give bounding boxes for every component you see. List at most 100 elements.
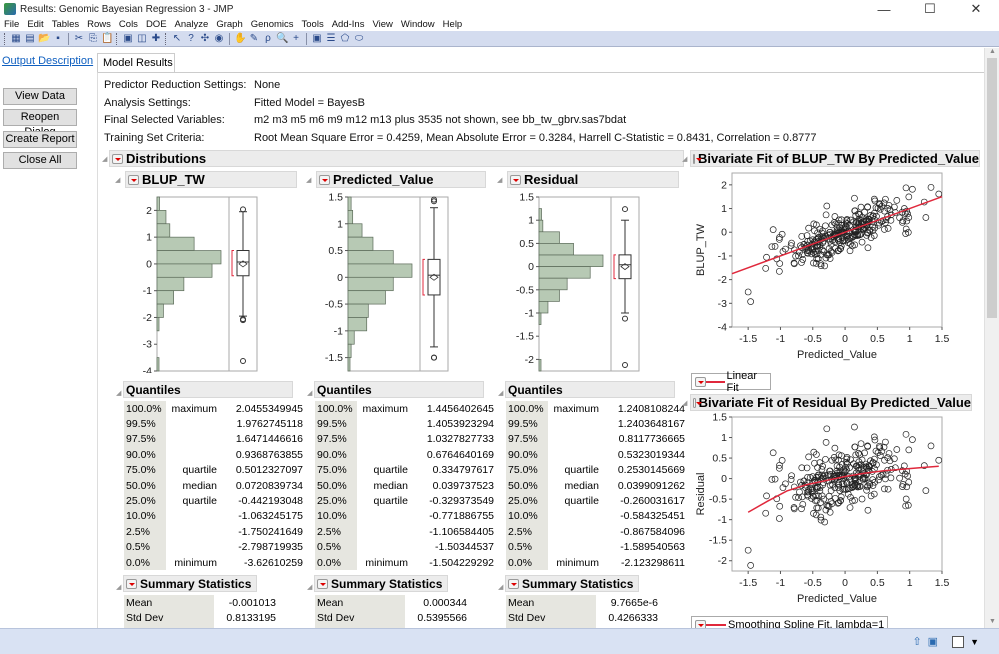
variable-header-residual[interactable]: Residual <box>507 171 679 188</box>
summary-statistics-header[interactable]: Summary Statistics <box>314 575 448 592</box>
new-script-icon[interactable]: ▤ <box>24 33 36 45</box>
save-icon[interactable]: ▪ <box>52 33 64 45</box>
menu-window[interactable]: Window <box>397 19 439 30</box>
collapse-toggle-icon[interactable]: ◢ <box>116 583 121 591</box>
crosshair-icon[interactable]: + <box>290 33 302 45</box>
summary-value: 0.8133195 <box>226 612 276 625</box>
menu-cols[interactable]: Cols <box>115 19 142 30</box>
red-triangle-menu-icon[interactable] <box>126 578 137 589</box>
toolbar-grip[interactable] <box>116 32 119 45</box>
red-triangle-menu-icon[interactable] <box>693 153 702 164</box>
window-select-box[interactable] <box>952 635 965 648</box>
menu-rows[interactable]: Rows <box>83 19 115 30</box>
collapse-toggle-icon[interactable]: ◢ <box>498 583 503 591</box>
line-icon[interactable]: ☰ <box>325 33 337 45</box>
red-triangle-menu-icon[interactable] <box>693 397 701 408</box>
collapse-toggle-icon[interactable]: ◢ <box>307 583 312 591</box>
collapse-toggle-icon[interactable]: ◢ <box>102 155 107 163</box>
red-triangle-menu-icon[interactable] <box>317 578 328 589</box>
collapse-toggle-icon[interactable]: ◢ <box>306 176 311 184</box>
zoom-icon[interactable]: 🔍 <box>276 33 288 45</box>
reopen-dialog-button[interactable]: Reopen Dialog <box>3 109 77 138</box>
lens-icon[interactable]: ρ <box>262 33 274 45</box>
home-icon[interactable]: ⇧ <box>912 635 921 648</box>
create-report-button[interactable]: Create Report <box>3 131 77 148</box>
ellipse-icon[interactable]: ⬭ <box>353 33 365 45</box>
window-list-icon[interactable]: ▣ <box>928 635 938 648</box>
collapse-toggle-icon[interactable]: ◢ <box>682 399 687 407</box>
red-triangle-menu-icon[interactable] <box>695 619 706 628</box>
binoculars-icon[interactable]: ◫ <box>136 33 148 45</box>
histogram-bar <box>156 223 171 238</box>
collapse-toggle-icon[interactable]: ◢ <box>115 176 120 184</box>
polygon-icon[interactable]: ⬠ <box>339 33 351 45</box>
quantiles-header[interactable]: Quantiles <box>123 381 293 398</box>
paste-icon[interactable]: 📋 <box>101 33 113 45</box>
variable-header-blup_tw[interactable]: BLUP_TW <box>125 171 297 188</box>
quantile-name: maximum <box>362 402 408 415</box>
open-icon[interactable]: 📂 <box>38 33 50 45</box>
scroll-up-icon[interactable]: ▲ <box>985 48 999 58</box>
toolbar-grip[interactable] <box>4 32 7 45</box>
menu-tools[interactable]: Tools <box>298 19 328 30</box>
output-description-link[interactable]: Output Description <box>2 55 93 67</box>
red-triangle-menu-icon[interactable] <box>508 578 519 589</box>
red-triangle-menu-icon[interactable] <box>510 174 521 185</box>
menu-edit[interactable]: Edit <box>23 19 47 30</box>
brush-icon[interactable]: ◉ <box>213 33 225 45</box>
dropdown-arrow-icon[interactable]: ▼ <box>970 637 979 647</box>
hand-icon[interactable]: ✋ <box>234 33 246 45</box>
menu-genomics[interactable]: Genomics <box>247 19 298 30</box>
tab-model-results[interactable]: Model Results <box>97 53 175 73</box>
menu-addins[interactable]: Add-Ins <box>328 19 369 30</box>
quantile-row: 25.0% quartile -0.442193048 <box>124 493 303 509</box>
maximize-button[interactable]: ☐ <box>907 0 953 18</box>
quantile-name: median <box>182 479 217 492</box>
variable-header-predicted_value[interactable]: Predicted_Value <box>316 171 486 188</box>
menu-view[interactable]: View <box>368 19 396 30</box>
scroll-down-icon[interactable]: ▼ <box>985 618 999 628</box>
quantiles-header[interactable]: Quantiles <box>505 381 675 398</box>
minimize-button[interactable]: — <box>861 0 907 18</box>
collapse-toggle-icon[interactable]: ◢ <box>307 389 312 397</box>
lasso-icon[interactable]: ✎ <box>248 33 260 45</box>
collapse-toggle-icon[interactable]: ◢ <box>498 389 503 397</box>
bivariate-blup-header[interactable]: Bivariate Fit of BLUP_TW By Predicted_Va… <box>690 150 980 167</box>
menu-doe[interactable]: DOE <box>142 19 171 30</box>
copy-icon[interactable]: ⎘ <box>87 33 99 45</box>
annotate-icon[interactable]: ▣ <box>311 33 323 45</box>
journal-icon[interactable]: ▣ <box>122 33 134 45</box>
red-triangle-menu-icon[interactable] <box>319 174 330 185</box>
menu-graph[interactable]: Graph <box>212 19 246 30</box>
summary-statistics-header[interactable]: Summary Statistics <box>505 575 639 592</box>
collapse-toggle-icon[interactable]: ◢ <box>682 155 687 163</box>
arrow-icon[interactable]: ↖ <box>171 33 183 45</box>
add-table-icon[interactable]: ✚ <box>150 33 162 45</box>
menu-file[interactable]: File <box>0 19 23 30</box>
view-data-button[interactable]: View Data <box>3 88 77 105</box>
quantiles-header[interactable]: Quantiles <box>314 381 484 398</box>
cut-icon[interactable]: ✂ <box>73 33 85 45</box>
spline-fit-legend[interactable]: Smoothing Spline Fit, lambda=1 <box>691 616 888 628</box>
collapse-toggle-icon[interactable]: ◢ <box>497 176 502 184</box>
menu-help[interactable]: Help <box>439 19 467 30</box>
distributions-header[interactable]: Distributions <box>109 150 684 167</box>
setting-label: Predictor Reduction Settings: <box>104 79 247 91</box>
menu-analyze[interactable]: Analyze <box>171 19 213 30</box>
scroll-thumb[interactable] <box>987 58 997 318</box>
close-button[interactable]: ✕ <box>953 0 999 18</box>
close-all-button[interactable]: Close All <box>3 152 77 169</box>
summary-statistics-header[interactable]: Summary Statistics <box>123 575 257 592</box>
bivariate-residual-header[interactable]: Bivariate Fit of Residual By Predicted_V… <box>690 394 972 411</box>
toolbar-grip[interactable] <box>165 32 168 45</box>
vertical-scrollbar[interactable]: ▲ ▼ <box>984 48 999 628</box>
new-data-table-icon[interactable]: ▦ <box>10 33 22 45</box>
red-triangle-menu-icon[interactable] <box>695 376 706 387</box>
menu-tables[interactable]: Tables <box>48 19 83 30</box>
selection-icon[interactable]: ✣ <box>199 33 211 45</box>
help-icon[interactable]: ? <box>185 33 197 45</box>
red-triangle-menu-icon[interactable] <box>128 174 139 185</box>
collapse-toggle-icon[interactable]: ◢ <box>116 389 121 397</box>
red-triangle-menu-icon[interactable] <box>112 153 123 164</box>
linear-fit-legend[interactable]: Linear Fit <box>691 370 771 394</box>
